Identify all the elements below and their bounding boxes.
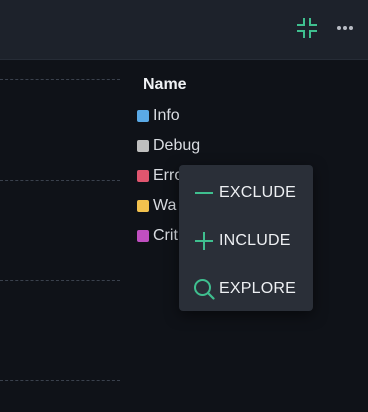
exclude-menu-item[interactable]: EXCLUDE	[179, 169, 313, 217]
legend-swatch	[137, 230, 149, 242]
search-icon	[193, 278, 215, 300]
legend-title: Name	[143, 76, 187, 93]
panel-header	[0, 0, 368, 60]
chart-area	[0, 60, 125, 412]
gridline	[0, 280, 120, 281]
header-actions	[282, 15, 358, 41]
gridline	[0, 380, 120, 381]
more-options-button[interactable]	[332, 15, 358, 41]
legend-swatch	[137, 200, 149, 212]
include-label: INCLUDE	[219, 232, 291, 249]
explore-menu-item[interactable]: EXPLORE	[179, 265, 313, 313]
legend-label: Debug	[153, 137, 201, 154]
legend-item-info[interactable]: Info	[137, 101, 200, 131]
legend-swatch	[137, 110, 149, 122]
legend-label: Crit	[153, 227, 178, 244]
exclude-label: EXCLUDE	[219, 184, 296, 201]
include-menu-item[interactable]: INCLUDE	[179, 217, 313, 265]
legend-item-debug[interactable]: Debug	[137, 131, 200, 161]
legend-label: Wa	[153, 197, 177, 214]
collapse-icon	[297, 18, 317, 38]
legend-label: Info	[153, 107, 180, 124]
legend-swatch	[137, 140, 149, 152]
gridline	[0, 79, 120, 80]
legend-swatch	[137, 170, 149, 182]
explore-label: EXPLORE	[219, 280, 296, 297]
gridline	[0, 180, 120, 181]
collapse-button[interactable]	[294, 15, 320, 41]
more-horizontal-icon	[337, 26, 353, 30]
plus-icon	[193, 230, 215, 252]
minus-icon	[193, 182, 215, 204]
context-menu: EXCLUDE INCLUDE EXPLORE	[179, 165, 313, 311]
